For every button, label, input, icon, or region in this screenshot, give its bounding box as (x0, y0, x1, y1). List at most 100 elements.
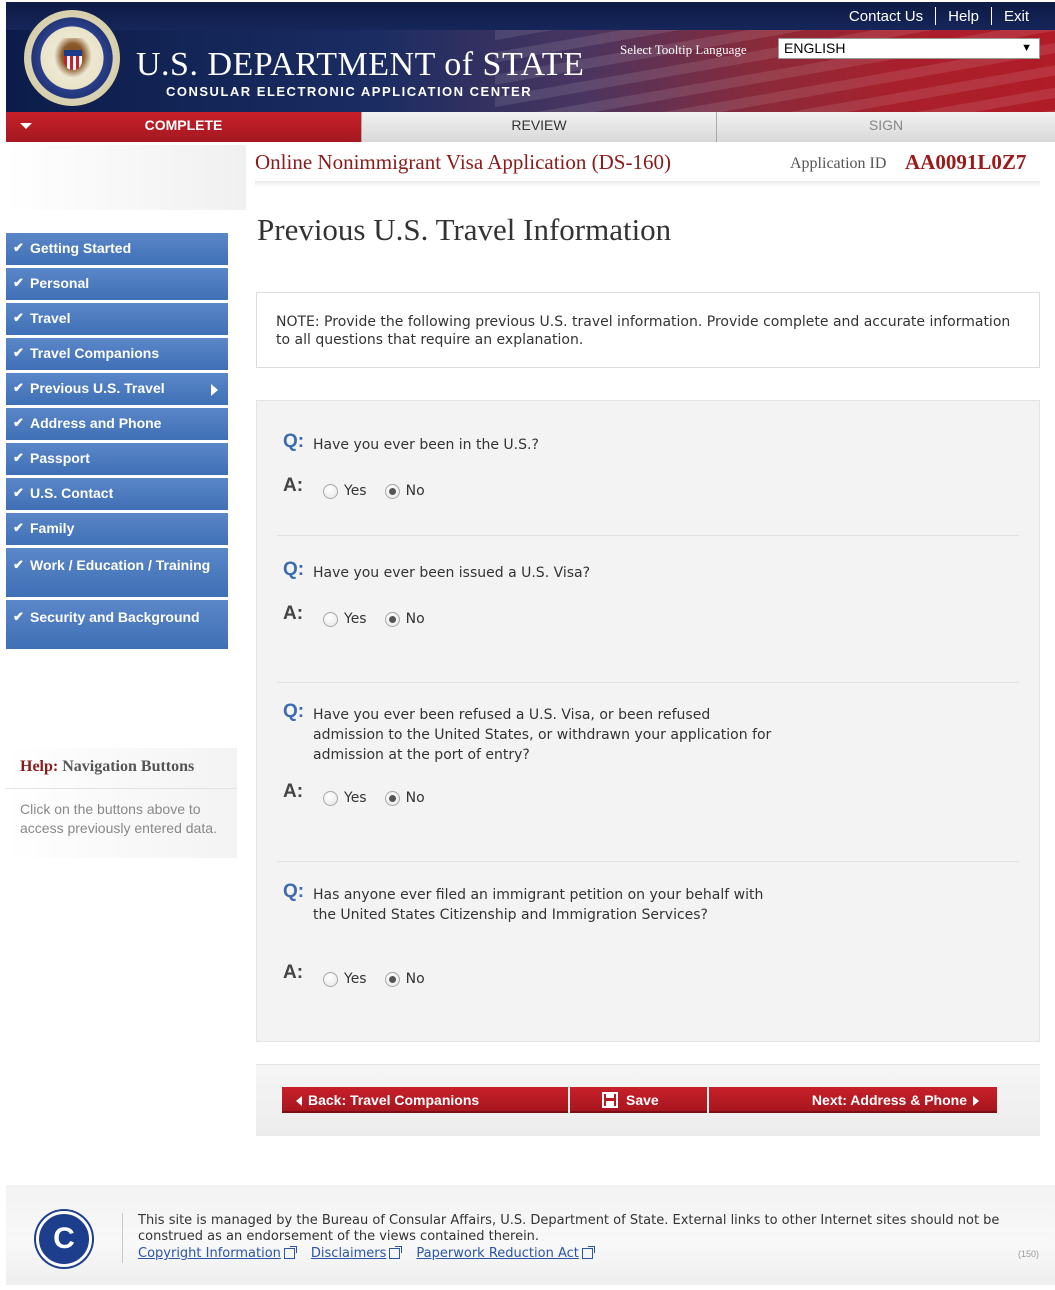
radio-yes[interactable] (323, 483, 338, 499)
radio-yes[interactable] (323, 790, 338, 806)
note-box: NOTE: Provide the following previous U.S… (256, 292, 1040, 368)
radio-yes-label: Yes (344, 790, 367, 806)
disclaimers-link-label: Disclaimers (310, 1246, 387, 1261)
radio-no[interactable] (384, 483, 400, 499)
radio-option-yes[interactable]: Yes (323, 971, 367, 987)
sidebar-item-previous-us-travel[interactable]: ✔ Previous U.S. Travel (6, 373, 228, 408)
question-text: Have you ever been refused a U.S. Visa, … (313, 707, 772, 763)
question-text: Have you ever been issued a U.S. Visa? (313, 565, 591, 581)
checkmark-icon: ✔ (13, 415, 24, 430)
tab-review[interactable]: REVIEW (361, 112, 716, 142)
sidebar-item-label: Previous U.S. Travel (30, 380, 165, 396)
radio-yes-label: Yes (344, 611, 367, 627)
save-button-label: Save (626, 1092, 659, 1108)
help-box: Help: Navigation Buttons Click on the bu… (6, 748, 237, 858)
tab-complete-label: COMPLETE (144, 117, 223, 133)
checkmark-icon: ✔ (13, 240, 24, 255)
divider (277, 861, 1019, 862)
site-header: U.S. DEPARTMENT of STATE CONSULAR ELECTR… (6, 2, 1055, 112)
disclaimers-link[interactable]: Disclaimers (310, 1246, 403, 1261)
radio-option-no[interactable]: No (384, 611, 425, 627)
checkmark-icon: ✔ (13, 450, 24, 465)
help-title: Help: Navigation Buttons (20, 758, 194, 776)
sidebar-item-address-and-phone[interactable]: ✔ Address and Phone (6, 408, 228, 443)
divider (6, 788, 237, 789)
sidebar-item-personal[interactable]: ✔ Personal (6, 268, 228, 303)
radio-no-label: No (405, 790, 425, 806)
caret-down-icon (20, 123, 32, 129)
application-title: Online Nonimmigrant Visa Application (DS… (255, 150, 671, 174)
consular-affairs-logo-icon: C (36, 1211, 92, 1267)
sidebar-item-travel[interactable]: ✔ Travel (6, 303, 228, 338)
external-link-icon (283, 1246, 297, 1259)
sidebar-item-work-education-training[interactable]: ✔ Work / Education / Training (6, 548, 228, 600)
answer-label: A: (283, 475, 304, 496)
sidebar-top-fade (6, 145, 246, 210)
footer-page-code: (150) (1017, 1249, 1039, 1259)
sidebar-item-label: Work / Education / Training (30, 557, 211, 573)
back-button[interactable]: Back: Travel Companions (282, 1087, 568, 1113)
language-select[interactable]: ENGLISH ▼ (778, 38, 1040, 59)
contact-us-link[interactable]: Contact Us (837, 8, 935, 25)
radio-option-no[interactable]: No (384, 971, 425, 987)
help-prefix: Help: (20, 758, 59, 775)
radio-option-yes[interactable]: Yes (323, 611, 367, 627)
radio-yes[interactable] (323, 611, 338, 627)
sidebar-item-family[interactable]: ✔ Family (6, 513, 228, 548)
checkmark-icon: ✔ (13, 380, 24, 395)
radio-option-no[interactable]: No (384, 483, 425, 499)
sidebar-item-label: Family (30, 520, 75, 536)
sidebar-item-label: Security and Background (30, 609, 200, 625)
question-label: Q: (283, 559, 305, 580)
next-button[interactable]: Next: Address & Phone (709, 1087, 997, 1113)
logo-letter: C (53, 1222, 75, 1255)
dept-of-state-seal-icon (24, 10, 120, 106)
radio-option-yes[interactable]: Yes (323, 790, 367, 806)
page-title: Previous U.S. Travel Information (257, 212, 672, 247)
save-button[interactable]: Save (570, 1087, 707, 1113)
checkmark-icon: ✔ (13, 557, 24, 572)
tab-review-label: REVIEW (511, 117, 567, 133)
answer-label: A: (283, 962, 304, 983)
answer-label: A: (283, 781, 304, 802)
radio-option-yes[interactable]: Yes (323, 483, 367, 499)
paperwork-reduction-link[interactable]: Paperwork Reduction Act (416, 1246, 595, 1261)
exit-link[interactable]: Exit (992, 8, 1041, 25)
radio-no[interactable] (384, 790, 400, 806)
checkmark-icon: ✔ (13, 345, 24, 360)
sidebar-item-travel-companions[interactable]: ✔ Travel Companions (6, 338, 228, 373)
sidebar-item-label: Getting Started (30, 240, 132, 256)
copyright-link[interactable]: Copyright Information (138, 1246, 297, 1261)
title-divider (255, 181, 1040, 187)
divider (122, 1213, 123, 1263)
language-label: Select Tooltip Language (620, 42, 747, 57)
navigation-button-bar: Back: Travel Companions Save Next: Addre… (256, 1064, 1040, 1136)
footer-disclaimer: This site is managed by the Bureau of Co… (138, 1213, 1000, 1244)
answer-radio-group: Yes No (323, 483, 443, 499)
help-link[interactable]: Help (936, 8, 991, 25)
external-link-icon (389, 1246, 403, 1259)
checkmark-icon: ✔ (13, 310, 24, 325)
radio-yes[interactable] (323, 971, 338, 987)
sidebar-item-passport[interactable]: ✔ Passport (6, 443, 228, 478)
question-label: Q: (283, 701, 305, 722)
sidebar-item-getting-started[interactable]: ✔ Getting Started (6, 233, 228, 268)
radio-option-no[interactable]: No (384, 790, 425, 806)
sidebar-item-security-and-background[interactable]: ✔ Security and Background (6, 600, 228, 652)
sidebar-item-label: Personal (30, 275, 90, 291)
floppy-disk-icon (602, 1092, 618, 1108)
radio-no[interactable] (384, 611, 400, 627)
sidebar-item-label: U.S. Contact (30, 485, 114, 501)
progress-tabs: COMPLETE REVIEW SIGN (6, 112, 1055, 142)
sidebar-item-us-contact[interactable]: ✔ U.S. Contact (6, 478, 228, 513)
dept-title: U.S. DEPARTMENT of STATE (136, 46, 585, 83)
sidebar-item-label: Passport (30, 450, 90, 466)
arrow-left-icon (296, 1096, 302, 1106)
checkmark-icon: ✔ (13, 609, 24, 624)
note-text: NOTE: Provide the following previous U.S… (276, 314, 1011, 348)
external-link-icon (581, 1246, 595, 1259)
current-page-arrow-icon (211, 384, 218, 396)
sidebar-item-label: Address and Phone (30, 415, 162, 431)
radio-no[interactable] (384, 971, 400, 987)
tab-complete[interactable]: COMPLETE (6, 112, 361, 142)
